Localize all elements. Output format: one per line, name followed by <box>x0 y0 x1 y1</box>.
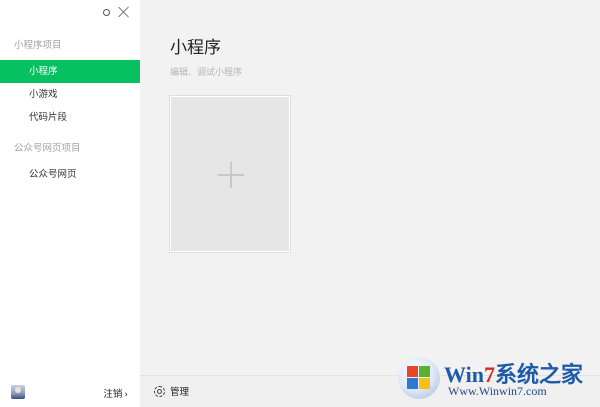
sidebar-footer: 注销 › <box>0 377 140 407</box>
sidebar-item-code-snippet[interactable]: 代码片段 <box>0 106 140 129</box>
window-controls <box>103 6 130 18</box>
sidebar: 小程序项目 小程序 小游戏 代码片段 公众号网页项目 公众号网页 注销 › <box>0 0 140 407</box>
watermark-url: Www.Winwin7.com <box>448 384 547 398</box>
plus-icon <box>218 162 244 188</box>
manage-button[interactable]: 管理 <box>154 384 189 398</box>
avatar-icon[interactable] <box>11 385 25 399</box>
section-title-official-account-projects: 公众号网页项目 <box>14 143 81 154</box>
page-subtitle: 编辑、调试小程序 <box>170 68 243 78</box>
logout-label: 注销 <box>103 389 123 400</box>
page-title: 小程序 <box>170 38 221 58</box>
logout-button[interactable]: 注销 › <box>103 386 128 400</box>
gear-icon <box>154 385 165 397</box>
watermark: Win7系统之家 Www.Winwin7.com <box>398 353 594 405</box>
sidebar-item-official-account-web[interactable]: 公众号网页 <box>0 163 140 186</box>
main-panel: 小程序 编辑、调试小程序 管理 <box>140 0 600 407</box>
windows-logo-icon <box>398 357 440 399</box>
close-icon[interactable] <box>118 6 130 18</box>
sidebar-item-miniprogram[interactable]: 小程序 <box>0 60 140 83</box>
new-project-card[interactable] <box>169 95 291 253</box>
settings-dot-icon[interactable] <box>103 8 110 16</box>
manage-label: 管理 <box>170 387 190 398</box>
sidebar-item-minigame[interactable]: 小游戏 <box>0 83 140 106</box>
chevron-right-icon: › <box>124 390 128 400</box>
section-title-miniprogram-projects: 小程序项目 <box>14 40 62 51</box>
